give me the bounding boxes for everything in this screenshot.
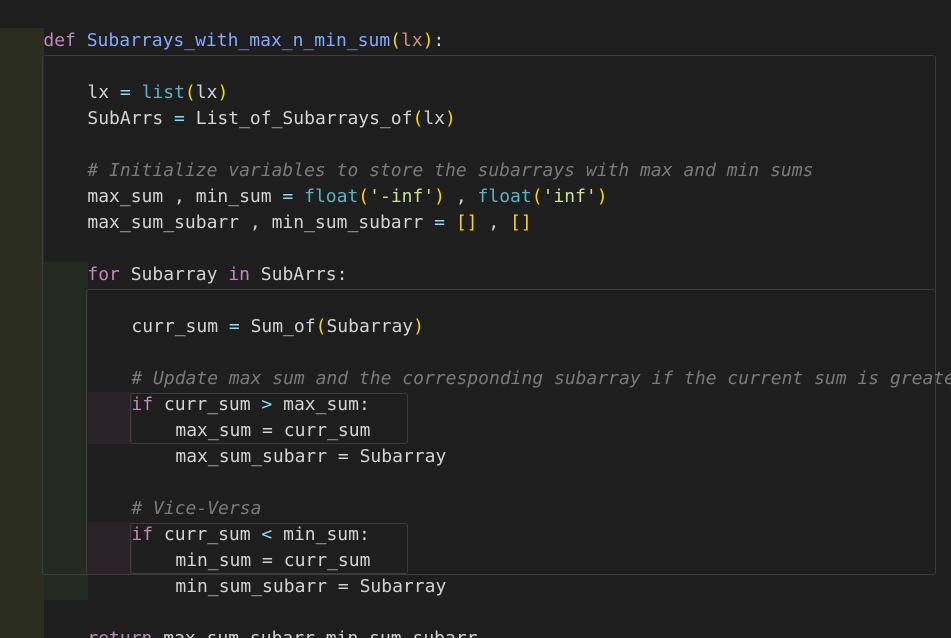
param-lx: lx <box>401 30 423 51</box>
min-subarr-assign: min_sum_subarr = Subarray <box>175 576 447 597</box>
var-curr-sum: curr_sum <box>131 316 219 337</box>
code-line-for[interactable]: for Subarray in SubArrs: <box>44 236 347 285</box>
close-paren: ) <box>596 186 608 207</box>
code-line-max-min-sum[interactable]: max_sum , min_sum = float('-inf') , floa… <box>44 158 607 207</box>
code-line-lx-assign[interactable]: lx = list(lx) <box>44 54 228 103</box>
code-line-if-min[interactable]: if curr_sum < min_sum: <box>88 496 369 545</box>
empty-list: [] <box>510 212 532 233</box>
call-sum-of: Sum_of <box>250 316 316 337</box>
return-values: max_sum_subarr,min_sum_subarr <box>152 628 477 638</box>
code-line-return[interactable]: return max_sum_subarr,min_sum_subarr <box>44 600 477 638</box>
code-editor[interactable]: def Subarrays_with_max_n_min_sum(lx): lx… <box>0 0 951 638</box>
max-subarr-assign: max_sum_subarr = Subarray <box>175 446 447 467</box>
var-subarrs: SubArrs <box>87 108 164 129</box>
keyword-def: def <box>43 30 76 51</box>
open-paren: ( <box>315 316 327 337</box>
code-line-def[interactable]: def Subarrays_with_max_n_min_sum(lx): <box>0 2 444 51</box>
close-paren: ) <box>422 30 434 51</box>
loop-var: Subarray <box>119 264 229 285</box>
lhs-subarr-vars: max_sum_subarr , min_sum_subarr <box>87 212 424 233</box>
close-paren: ) <box>445 108 456 129</box>
code-line-curr-sum[interactable]: curr_sum = Sum_of(Subarray) <box>88 288 424 337</box>
code-line-subarrs-assign[interactable]: SubArrs = List_of_Subarrays_of(lx) <box>44 80 456 129</box>
code-line-min-subarr-assign[interactable]: min_sum_subarr = Subarray <box>132 548 446 597</box>
colon: : <box>433 30 445 51</box>
code-line-if-max[interactable]: if curr_sum > max_sum: <box>88 366 369 415</box>
call-list-of-subarrays: List_of_Subarrays_of <box>195 108 413 129</box>
arg-lx: lx <box>423 108 446 129</box>
code-line-comment-vice-versa[interactable]: # Vice-Versa <box>88 470 261 519</box>
open-paren: ( <box>412 108 424 129</box>
code-line-comment-update[interactable]: # Update max sum and the corresponding s… <box>88 340 951 389</box>
keyword-for: for <box>87 264 120 285</box>
empty-list: [] <box>455 212 478 233</box>
keyword-return: return <box>87 628 152 638</box>
keyword-in: in <box>228 264 250 285</box>
separator: , <box>477 212 511 233</box>
code-line-comment-initialize[interactable]: # Initialize variables to store the suba… <box>44 132 813 181</box>
code-line-min-sum-assign[interactable]: min_sum = curr_sum <box>132 522 370 571</box>
open-paren: ( <box>531 186 543 207</box>
code-line-max-subarr-assign[interactable]: max_sum_subarr = Subarray <box>132 418 446 467</box>
iterable: SubArrs: <box>249 264 348 285</box>
function-name: Subarrays_with_max_n_min_sum <box>86 30 391 51</box>
code-line-subarr-lists[interactable]: max_sum_subarr , min_sum_subarr = [] , [… <box>44 184 531 233</box>
close-paren: ) <box>413 316 424 337</box>
arg-subarray: Subarray <box>326 316 414 337</box>
assign-op: = <box>218 316 251 337</box>
assign-op: = <box>423 212 456 233</box>
string-inf: 'inf' <box>542 186 597 207</box>
open-paren: ( <box>390 30 401 51</box>
code-line-max-sum-assign[interactable]: max_sum = curr_sum <box>132 392 370 441</box>
indent-guide-level-1 <box>0 28 44 638</box>
assign-op: = <box>163 108 196 129</box>
